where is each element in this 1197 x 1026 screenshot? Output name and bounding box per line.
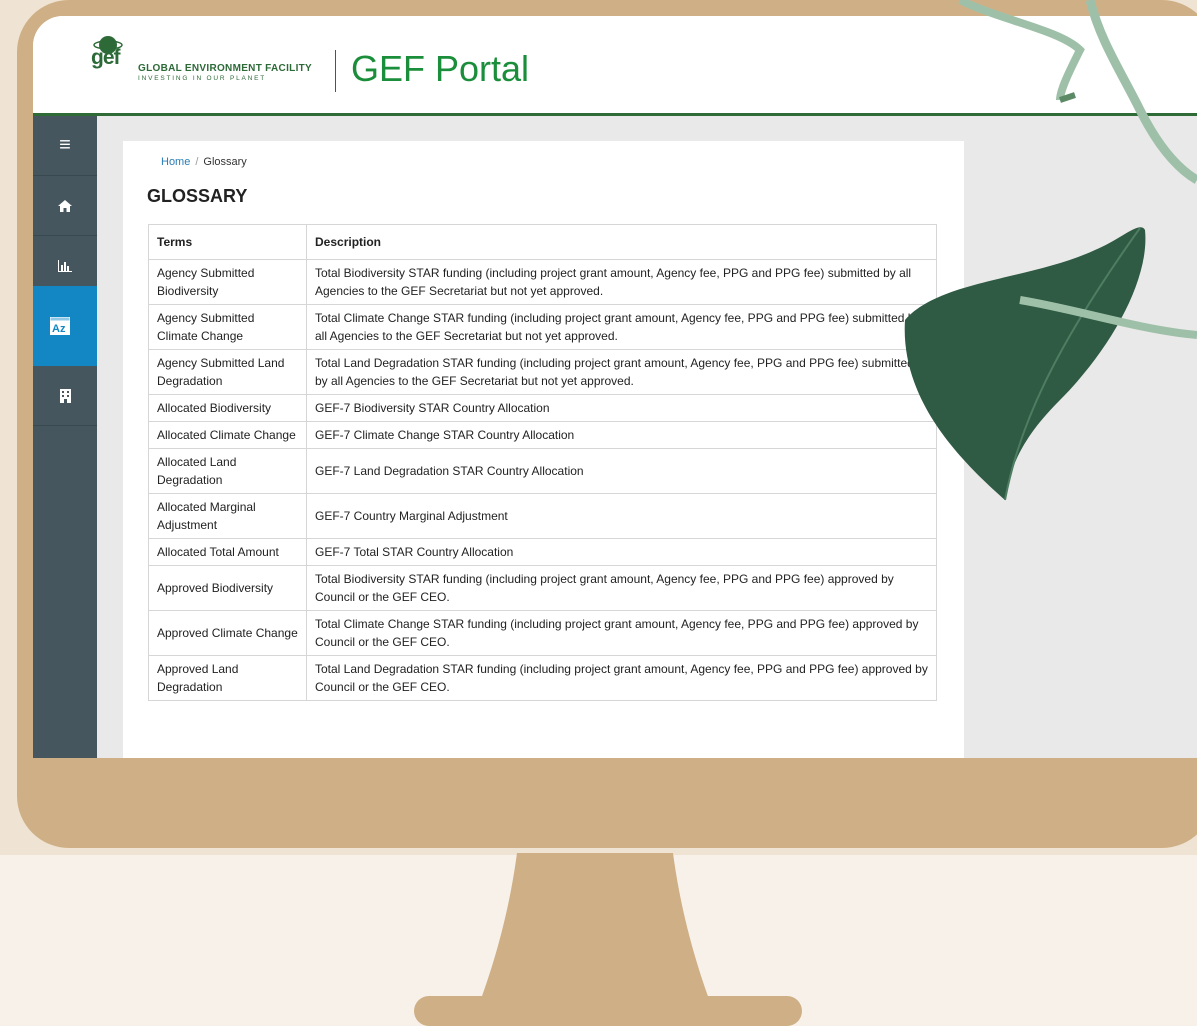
term-cell: Allocated Marginal Adjustment bbox=[148, 493, 307, 539]
breadcrumb-separator: / bbox=[195, 156, 199, 168]
table-row: Approved Land Degradation Total Land Degr… bbox=[148, 655, 937, 701]
description-cell: Total Biodiversity STAR funding (includi… bbox=[306, 259, 937, 305]
org-name: GLOBAL ENVIRONMENT FACILITY bbox=[138, 63, 313, 74]
term-cell: Agency Submitted Land Degradation bbox=[148, 349, 307, 395]
term-cell: Allocated Biodiversity bbox=[148, 394, 307, 422]
org-tagline: INVESTING IN OUR PLANET bbox=[138, 75, 267, 82]
sidebar-item-home[interactable] bbox=[33, 176, 97, 236]
breadcrumb-home-link[interactable]: Home bbox=[161, 156, 190, 168]
table-row: Allocated Climate Change GEF-7 Climate Ch… bbox=[148, 421, 937, 449]
main-content: Home / Glossary GLOSSARY Terms Description… bbox=[123, 141, 964, 758]
table-row: Allocated Land Degradation GEF-7 Land Deg… bbox=[148, 448, 937, 494]
header: gef GLOBAL ENVIRONMENT FACILITY INVESTIN… bbox=[33, 16, 1197, 116]
sidebar-menu-toggle[interactable]: ≡ bbox=[33, 116, 97, 176]
term-cell: Approved Land Degradation bbox=[148, 655, 307, 701]
description-cell: GEF-7 Total STAR Country Allocation bbox=[306, 538, 937, 566]
term-cell: Agency Submitted Biodiversity bbox=[148, 259, 307, 305]
table-row: Approved Biodiversity Total Biodiversity … bbox=[148, 565, 937, 611]
term-cell: Approved Climate Change bbox=[148, 610, 307, 656]
table-header-row: Terms Description bbox=[148, 224, 937, 260]
column-header-terms: Terms bbox=[148, 224, 307, 260]
term-cell: Allocated Climate Change bbox=[148, 421, 307, 449]
table-row: Agency Submitted Biodiversity Total Biodi… bbox=[148, 259, 937, 305]
description-cell: GEF-7 Country Marginal Adjustment bbox=[306, 493, 937, 539]
portal-title[interactable]: GEF Portal bbox=[351, 48, 529, 90]
monitor-base bbox=[414, 996, 802, 1026]
home-icon bbox=[58, 199, 72, 212]
glossary-table: Terms Description Agency Submitted Biodi… bbox=[148, 224, 937, 701]
description-cell: GEF-7 Climate Change STAR Country Alloca… bbox=[306, 421, 937, 449]
svg-text:Az: Az bbox=[52, 323, 66, 335]
description-cell: Total Climate Change STAR funding (inclu… bbox=[306, 610, 937, 656]
page-title: GLOSSARY bbox=[147, 186, 248, 206]
monitor-stand bbox=[481, 853, 709, 999]
description-cell: GEF-7 Biodiversity STAR Country Allocati… bbox=[306, 394, 937, 422]
term-cell: Agency Submitted Climate Change bbox=[148, 304, 307, 350]
screen: gef GLOBAL ENVIRONMENT FACILITY INVESTIN… bbox=[33, 16, 1197, 758]
term-cell: Allocated Total Amount bbox=[148, 538, 307, 566]
description-cell: GEF-7 Land Degradation STAR Country Allo… bbox=[306, 448, 937, 494]
sidebar-item-organizations[interactable] bbox=[33, 366, 97, 426]
description-cell: Total Land Degradation STAR funding (inc… bbox=[306, 349, 937, 395]
description-cell: Total Land Degradation STAR funding (inc… bbox=[306, 655, 937, 701]
sidebar-item-glossary[interactable]: Az bbox=[33, 286, 103, 366]
logo-text: gef bbox=[91, 46, 120, 69]
glossary-az-icon: Az bbox=[50, 317, 70, 335]
bar-chart-icon bbox=[58, 259, 72, 272]
table-body: Agency Submitted Biodiversity Total Biodi… bbox=[148, 259, 937, 701]
term-cell: Allocated Land Degradation bbox=[148, 448, 307, 494]
description-cell: Total Climate Change STAR funding (inclu… bbox=[306, 304, 937, 350]
header-divider bbox=[335, 50, 336, 92]
table-row: Allocated Marginal Adjustment GEF-7 Count… bbox=[148, 493, 937, 539]
table-row: Agency Submitted Land Degradation Total L… bbox=[148, 349, 937, 395]
sidebar: ≡ Az bbox=[33, 116, 103, 758]
menu-icon: ≡ bbox=[59, 134, 71, 156]
table-row: Agency Submitted Climate Change Total Cli… bbox=[148, 304, 937, 350]
table-row: Approved Climate Change Total Climate Cha… bbox=[148, 610, 937, 656]
description-cell: Total Biodiversity STAR funding (includi… bbox=[306, 565, 937, 611]
breadcrumb: Home / Glossary bbox=[161, 156, 247, 168]
table-row: Allocated Biodiversity GEF-7 Biodiversity… bbox=[148, 394, 937, 422]
term-cell: Approved Biodiversity bbox=[148, 565, 307, 611]
breadcrumb-current: Glossary bbox=[203, 156, 247, 168]
table-row: Allocated Total Amount GEF-7 Total STAR C… bbox=[148, 538, 937, 566]
building-icon bbox=[59, 388, 71, 403]
column-header-description: Description bbox=[306, 224, 937, 260]
